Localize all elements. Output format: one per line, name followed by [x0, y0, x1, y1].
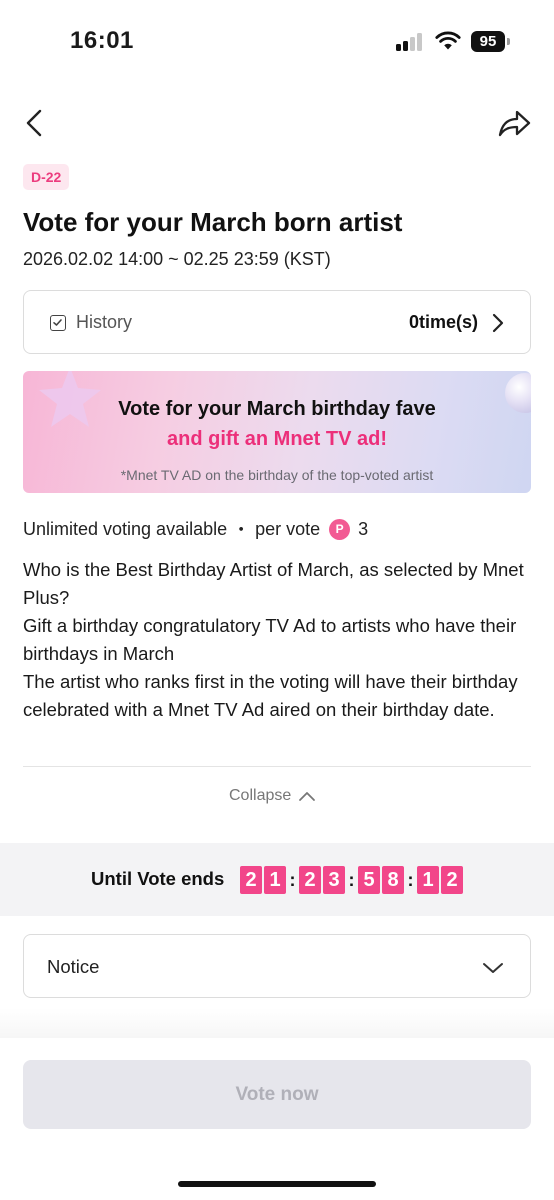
vote-cost: 3 — [358, 518, 369, 539]
unlimited-voting-text: Unlimited voting available — [23, 518, 228, 539]
per-vote-text: per vote — [255, 518, 321, 539]
voting-info: Unlimited voting available ・ per vote P … — [23, 516, 368, 542]
vote-title: Vote for your March born artist — [23, 207, 403, 237]
share-arrow-icon[interactable] — [496, 106, 532, 140]
countdown-digit: 5 — [358, 866, 380, 894]
chevron-down-icon — [483, 963, 503, 973]
home-indicator[interactable] — [178, 1181, 376, 1187]
checkbox-icon — [50, 315, 66, 331]
countdown-label: Until Vote ends — [91, 868, 225, 889]
promo-banner[interactable]: Vote for your March birthday fave and gi… — [23, 371, 531, 493]
signal-icon — [396, 33, 426, 51]
history-label: History — [76, 312, 133, 332]
description-line: Who is the Best Birthday Artist of March… — [23, 559, 524, 608]
vote-description: Who is the Best Birthday Artist of March… — [23, 556, 533, 724]
banner-subheadline: and gift an Mnet TV ad! — [167, 428, 387, 450]
notice-accordion[interactable]: Notice — [23, 934, 531, 998]
notice-label: Notice — [47, 956, 100, 977]
divider — [23, 766, 531, 767]
description-line: Gift a birthday congratulatory TV Ad to … — [23, 615, 517, 664]
vote-date-range: 2026.02.02 14:00 ~ 02.25 23:59 (KST) — [23, 249, 331, 269]
dday-badge: D-22 — [23, 164, 70, 190]
battery-icon: 95 — [471, 31, 505, 52]
chevron-up-icon — [299, 791, 316, 801]
collapse-label: Collapse — [229, 787, 292, 804]
countdown-digit: 8 — [382, 866, 404, 894]
history-count: 0time(s) — [408, 312, 478, 332]
countdown-bar: Until Vote ends 2 1 : 2 3 : 5 8 : 1 2 — [0, 843, 554, 916]
vote-now-button[interactable]: Vote now — [23, 1060, 531, 1129]
countdown-digit: 3 — [323, 866, 345, 894]
countdown-colon: : — [348, 870, 355, 890]
bottom-shadow — [0, 1008, 554, 1038]
battery-tip — [507, 38, 510, 45]
countdown-digit: 2 — [299, 866, 321, 894]
countdown-colon: : — [289, 870, 296, 890]
chevron-right-icon — [492, 313, 504, 333]
countdown-colon: : — [407, 870, 414, 890]
point-icon: P — [329, 518, 351, 540]
collapse-button[interactable]: Collapse — [229, 787, 316, 805]
back-chevron-icon[interactable] — [20, 106, 50, 140]
countdown-digit: 1 — [264, 866, 286, 894]
banner-headline: Vote for your March birthday fave — [118, 398, 436, 420]
separator: ・ — [232, 520, 251, 540]
history-button[interactable]: History 0time(s) — [23, 290, 531, 354]
status-time: 16:01 — [70, 27, 134, 54]
countdown-digit: 2 — [441, 866, 463, 894]
wifi-icon — [435, 31, 461, 50]
status-bar: 16:01 95 — [0, 0, 554, 80]
banner-note: *Mnet TV AD on the birthday of the top-v… — [120, 467, 434, 483]
countdown-timer: 2 1 : 2 3 : 5 8 : 1 2 — [240, 866, 465, 894]
countdown-digit: 1 — [417, 866, 439, 894]
description-line: The artist who ranks first in the voting… — [23, 671, 518, 720]
countdown-digit: 2 — [240, 866, 262, 894]
